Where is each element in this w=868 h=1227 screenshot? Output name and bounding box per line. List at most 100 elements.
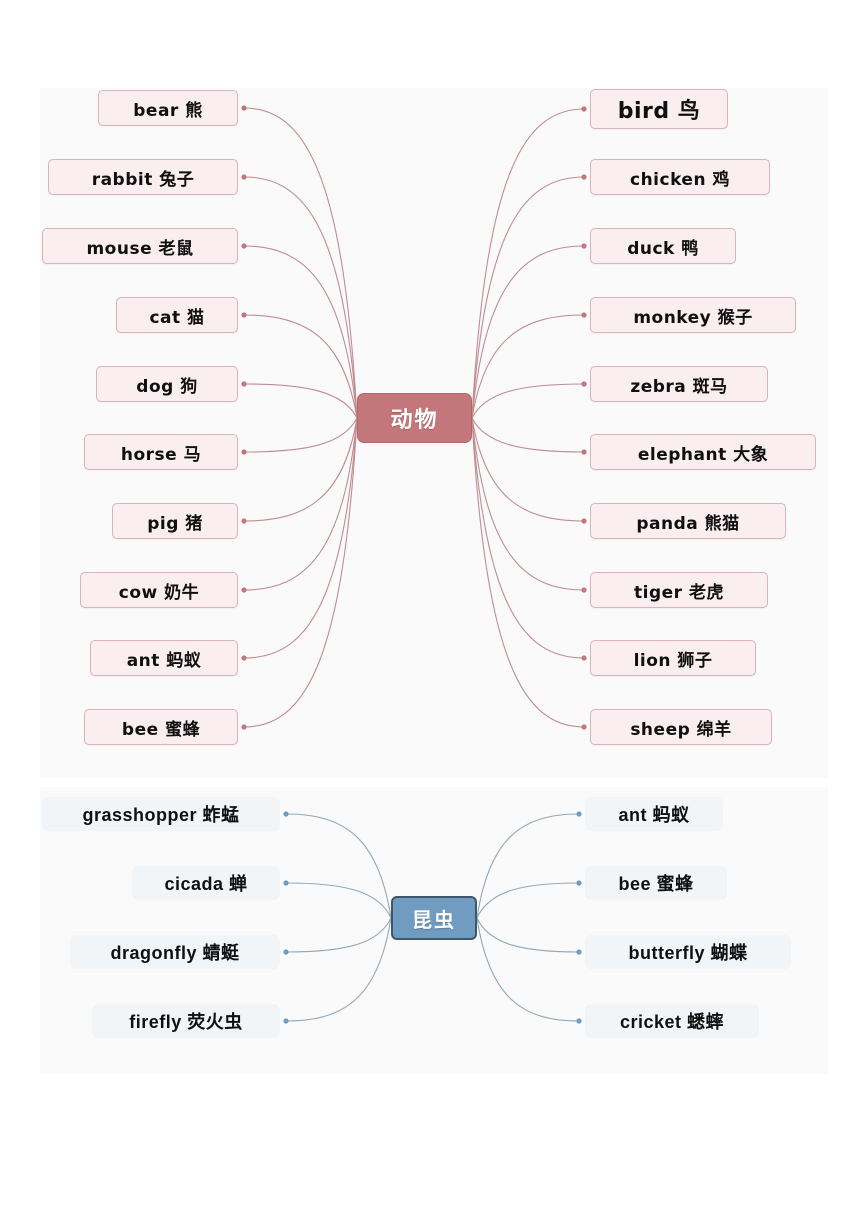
- edge-pig: [243, 417, 358, 522]
- edge-bird: [471, 108, 585, 419]
- connector-dot: [576, 880, 582, 886]
- node-label: bird 鸟: [617, 99, 701, 124]
- edge-monkey: [471, 314, 585, 419]
- insect-mindmap-canvas: grasshopper 蚱蜢 cicada 蝉 dragonfly 蜻蜓 firefl…: [40, 787, 828, 1074]
- edge-chicken: [471, 176, 585, 419]
- edge-elephant: [471, 417, 585, 453]
- leaf-node-butterfly[interactable]: butterfly 蝴蝶: [585, 935, 791, 969]
- node-label: cat 猫: [149, 307, 205, 328]
- leaf-node-mouse[interactable]: mouse 老鼠: [42, 228, 238, 264]
- leaf-node-panda[interactable]: panda 熊猫: [590, 503, 786, 539]
- connector-dot: [241, 587, 247, 593]
- edge-dog: [243, 383, 358, 419]
- leaf-node-lion[interactable]: lion 狮子: [590, 640, 756, 676]
- edge-tiger: [471, 417, 585, 591]
- node-label: grasshopper 蚱蜢: [82, 805, 240, 825]
- leaf-node-cat[interactable]: cat 猫: [116, 297, 238, 333]
- node-label: 动物: [390, 408, 439, 433]
- leaf-node-rabbit[interactable]: rabbit 兔子: [48, 159, 238, 195]
- node-label: dog 狗: [136, 376, 198, 397]
- node-label: zebra 斑马: [630, 376, 728, 397]
- leaf-node-sheep[interactable]: sheep 绵羊: [590, 709, 772, 745]
- node-label: elephant 大象: [637, 444, 769, 465]
- node-label: panda 熊猫: [636, 513, 740, 534]
- connector-dot: [283, 949, 289, 955]
- edge-bear: [243, 107, 358, 419]
- node-label: cicada 蝉: [164, 874, 248, 894]
- edge-sheep: [471, 417, 585, 728]
- connector-dot: [241, 312, 247, 318]
- edge-zebra: [471, 383, 585, 419]
- connector-dot: [576, 811, 582, 817]
- edge-bee: [476, 882, 580, 919]
- node-label: ant 蚂蚁: [618, 805, 690, 825]
- leaf-node-chicken[interactable]: chicken 鸡: [590, 159, 770, 195]
- edge-horse: [243, 417, 358, 453]
- leaf-node-bee[interactable]: bee 蜜蜂: [585, 866, 727, 900]
- leaf-node-bear[interactable]: bear 熊: [98, 90, 238, 126]
- node-label: horse 马: [120, 444, 202, 465]
- leaf-node-cow[interactable]: cow 奶牛: [80, 572, 238, 608]
- leaf-node-cricket[interactable]: cricket 蟋蟀: [585, 1004, 759, 1038]
- edge-ant: [476, 813, 580, 919]
- node-label: duck 鸭: [627, 238, 699, 259]
- leaf-node-firefly[interactable]: firefly 荧火虫: [92, 1004, 280, 1038]
- connector-dot: [581, 106, 587, 112]
- node-label: sheep 绵羊: [630, 719, 732, 740]
- root-node-node[interactable]: 昆虫: [391, 896, 477, 940]
- leaf-node-dog[interactable]: dog 狗: [96, 366, 238, 402]
- connector-dot: [241, 381, 247, 387]
- node-label: rabbit 兔子: [91, 169, 195, 190]
- node-label: firefly 荧火虫: [129, 1012, 243, 1032]
- connector-dot: [283, 880, 289, 886]
- root-node-node[interactable]: 动物: [357, 393, 472, 443]
- connector-dot: [581, 724, 587, 730]
- leaf-node-monkey[interactable]: monkey 猴子: [590, 297, 796, 333]
- connector-dot: [581, 449, 587, 455]
- leaf-node-bee[interactable]: bee 蜜蜂: [84, 709, 238, 745]
- edge-bee: [243, 417, 358, 728]
- leaf-node-tiger[interactable]: tiger 老虎: [590, 572, 768, 608]
- node-label: cow 奶牛: [118, 582, 200, 603]
- edge-cricket: [476, 917, 580, 1022]
- edge-panda: [471, 417, 585, 522]
- leaf-node-duck[interactable]: duck 鸭: [590, 228, 736, 264]
- leaf-node-cicada[interactable]: cicada 蝉: [132, 866, 280, 900]
- edge-grasshopper: [285, 813, 392, 919]
- connector-dot: [241, 174, 247, 180]
- leaf-node-dragonfly[interactable]: dragonfly 蜻蜓: [70, 935, 280, 969]
- node-label: mouse 老鼠: [86, 238, 194, 259]
- node-label: pig 猪: [147, 513, 203, 534]
- node-label: chicken 鸡: [630, 169, 730, 190]
- connector-dot: [581, 655, 587, 661]
- edge-mouse: [243, 245, 358, 419]
- connector-dot: [241, 724, 247, 730]
- connector-dot: [576, 949, 582, 955]
- connector-dot: [241, 105, 247, 111]
- edge-duck: [471, 245, 585, 419]
- edge-butterfly: [476, 917, 580, 953]
- node-label: bee 蜜蜂: [618, 874, 694, 894]
- edge-cat: [243, 314, 358, 419]
- edge-ant: [243, 417, 358, 659]
- leaf-node-pig[interactable]: pig 猪: [112, 503, 238, 539]
- leaf-node-horse[interactable]: horse 马: [84, 434, 238, 470]
- leaf-node-bird[interactable]: bird 鸟: [590, 89, 728, 129]
- edge-lion: [471, 417, 585, 659]
- connector-dot: [283, 1018, 289, 1024]
- leaf-node-ant[interactable]: ant 蚂蚁: [90, 640, 238, 676]
- connector-dot: [283, 811, 289, 817]
- leaf-node-ant[interactable]: ant 蚂蚁: [585, 797, 723, 831]
- connector-dot: [241, 518, 247, 524]
- connector-dot: [581, 174, 587, 180]
- leaf-node-elephant[interactable]: elephant 大象: [590, 434, 816, 470]
- leaf-node-zebra[interactable]: zebra 斑马: [590, 366, 768, 402]
- connector-dot: [241, 655, 247, 661]
- connector-dot: [581, 312, 587, 318]
- node-label: monkey 猴子: [633, 307, 753, 328]
- leaf-node-grasshopper[interactable]: grasshopper 蚱蜢: [42, 797, 280, 831]
- connector-dot: [581, 518, 587, 524]
- connector-dot: [581, 381, 587, 387]
- edge-firefly: [285, 917, 392, 1022]
- connector-dot: [581, 243, 587, 249]
